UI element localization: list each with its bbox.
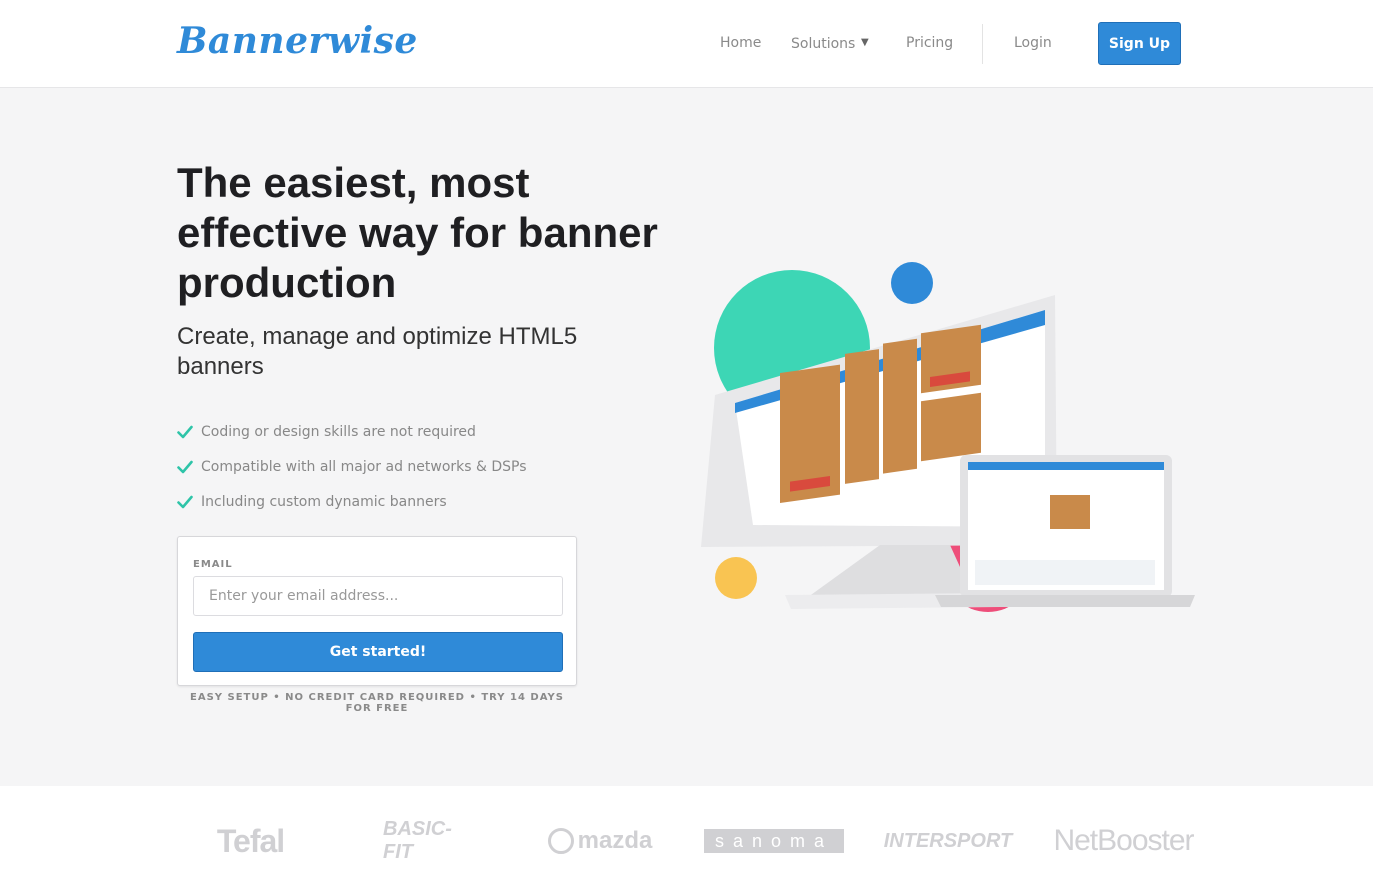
intersport-logo: INTERSPORT	[883, 829, 1013, 852]
nav-pricing-link[interactable]: Pricing	[906, 35, 953, 51]
mazda-emblem-icon	[547, 828, 574, 854]
signup-fineprint: EASY SETUP • NO CREDIT CARD REQUIRED • T…	[190, 692, 564, 714]
hero-subheadline: Create, manage and optimize HTML5 banner…	[177, 323, 578, 380]
client-logos: Tefal BASIC-FIT mazda sanoma INTERSPORT …	[0, 786, 1373, 889]
netbooster-logo: NetBooster	[1053, 824, 1194, 857]
email-label: EMAIL	[193, 559, 233, 570]
email-field[interactable]	[193, 576, 563, 616]
feature-item: Including custom dynamic banners	[177, 484, 527, 519]
nav-solutions-link[interactable]: Solutions	[791, 36, 855, 52]
top-navbar: Bannerwise Home Solutions ▼ Pricing Logi…	[0, 0, 1373, 88]
feature-item: Coding or design skills are not required	[177, 414, 527, 449]
check-icon	[177, 459, 193, 475]
mazda-wordmark: mazda	[577, 827, 653, 854]
nav-home-link[interactable]: Home	[720, 35, 761, 51]
signup-button[interactable]: Sign Up	[1098, 22, 1181, 65]
feature-text: Compatible with all major ad networks & …	[201, 458, 527, 475]
nav-divider	[982, 24, 983, 64]
nav-login-link[interactable]: Login	[1014, 35, 1052, 51]
feature-item: Compatible with all major ad networks & …	[177, 449, 527, 484]
mazda-logo: mazda	[540, 826, 660, 856]
product-illustration	[701, 262, 1195, 612]
basicfit-logo: BASIC-FIT	[383, 818, 452, 863]
feature-text: Coding or design skills are not required	[201, 423, 476, 440]
laptop-illustration	[935, 455, 1195, 607]
bannerwise-logo[interactable]: Bannerwise	[177, 20, 418, 62]
hero-headline: The easiest, most effective way for bann…	[177, 159, 658, 306]
caret-down-icon[interactable]: ▼	[861, 37, 869, 48]
feature-list: Coding or design skills are not required…	[177, 414, 527, 519]
signup-form: EMAIL Get started!	[177, 536, 577, 686]
tefal-logo: Tefal	[216, 822, 285, 859]
check-icon	[177, 424, 193, 440]
check-icon	[177, 494, 193, 510]
decor-circle-yellow	[715, 557, 757, 599]
get-started-button[interactable]: Get started!	[193, 632, 563, 672]
sanoma-logo: sanoma	[704, 829, 844, 853]
feature-text: Including custom dynamic banners	[201, 493, 447, 510]
decor-circle-blue	[891, 262, 933, 304]
